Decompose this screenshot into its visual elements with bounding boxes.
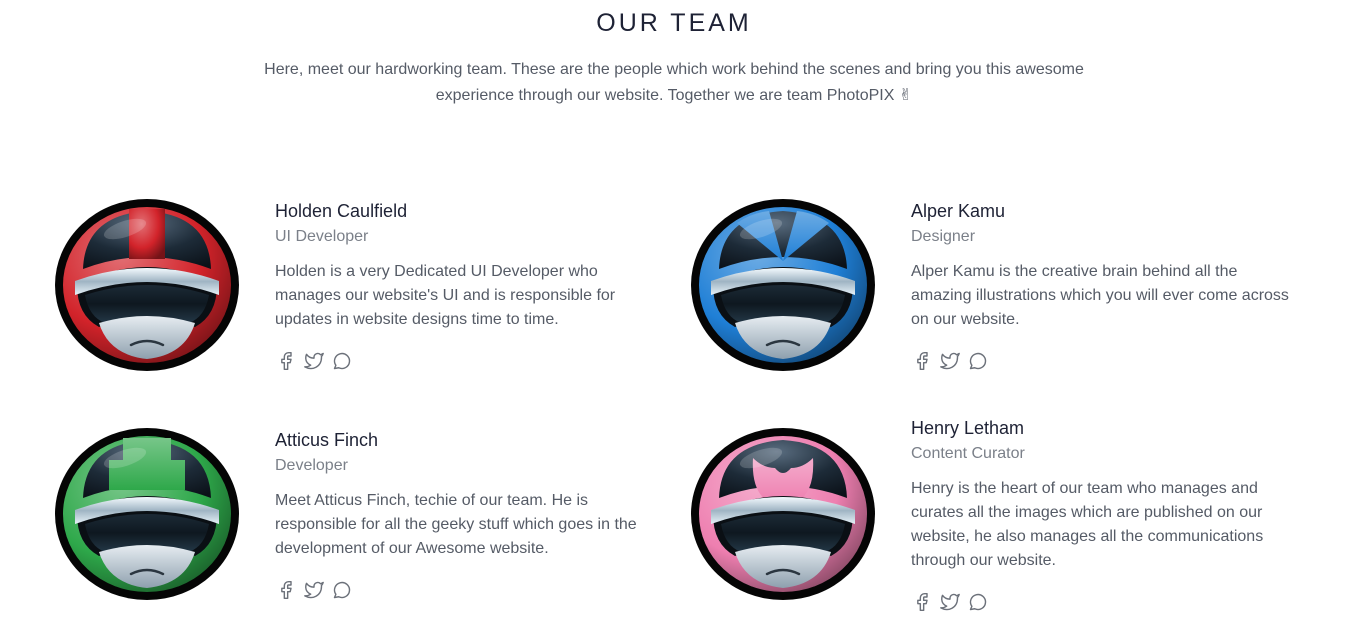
facebook-icon[interactable] xyxy=(275,579,296,600)
facebook-icon[interactable] xyxy=(911,350,932,371)
member-bio: Alper Kamu is the creative brain behind … xyxy=(911,263,1289,328)
member-role: Designer xyxy=(911,228,976,245)
facebook-icon[interactable] xyxy=(275,350,296,371)
member-role: Developer xyxy=(275,457,348,474)
red-helmet-avatar xyxy=(55,199,239,371)
chat-icon[interactable] xyxy=(331,350,352,371)
member-bio: Henry is the heart of our team who manag… xyxy=(911,480,1264,569)
member-bio: Holden is a very Dedicated UI Developer … xyxy=(275,263,616,328)
chat-icon[interactable] xyxy=(967,591,988,612)
chat-icon[interactable] xyxy=(331,579,352,600)
social-links xyxy=(275,579,647,600)
chat-icon[interactable] xyxy=(967,350,988,371)
member-bio: Meet Atticus Finch, techie of our team. … xyxy=(275,492,637,557)
twitter-icon[interactable] xyxy=(303,350,324,371)
social-links xyxy=(275,350,647,371)
member-role: Content Curator xyxy=(911,445,1025,462)
social-links xyxy=(911,350,1295,371)
facebook-icon[interactable] xyxy=(911,591,932,612)
green-helmet-avatar xyxy=(55,428,239,600)
social-links xyxy=(911,591,1295,612)
section-intro: Here, meet our hardworking team. These a… xyxy=(264,61,1084,104)
member-name: Holden Caulfield xyxy=(275,201,408,221)
pink-helmet-avatar xyxy=(691,428,875,600)
member-role: UI Developer xyxy=(275,228,369,245)
twitter-icon[interactable] xyxy=(939,591,960,612)
member-name: Atticus Finch xyxy=(275,430,379,450)
twitter-icon[interactable] xyxy=(303,579,324,600)
twitter-icon[interactable] xyxy=(939,350,960,371)
blue-helmet-avatar xyxy=(691,199,875,371)
section-title: OUR TEAM xyxy=(596,9,752,37)
member-name: Henry Letham xyxy=(911,418,1025,438)
member-name: Alper Kamu xyxy=(911,201,1006,221)
